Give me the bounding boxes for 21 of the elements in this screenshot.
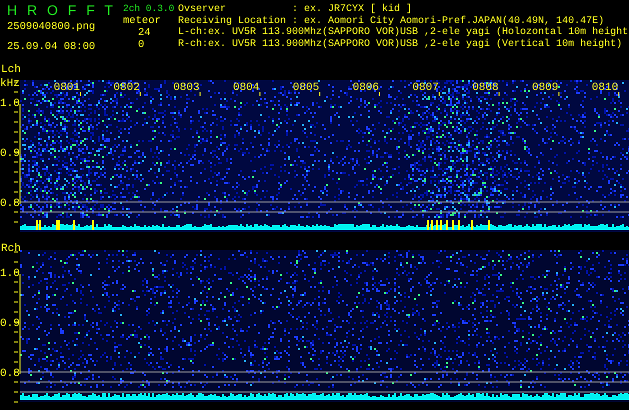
unit-label: kHz: [0, 78, 20, 90]
channel-label: Lch: [1, 64, 21, 76]
meteor-label: meteor: [123, 15, 162, 27]
info-line: Receiving Location : ex. Aomori City Aomori-Pref.JAPAN(40.49N, 140.47E): [178, 16, 606, 26]
info-line: Ovserver : ex. JR7CYX [ kid ]: [178, 4, 414, 16]
time-label: 0803: [173, 82, 200, 94]
time-label: 0804: [233, 82, 260, 94]
time-label: 0802: [113, 82, 140, 94]
datetime: 25.09.04 08:00: [7, 41, 96, 53]
y-tick-label: 0.9: [0, 318, 20, 330]
app-title: H R O F F T: [7, 2, 114, 18]
info-line: L-ch:ex. UV5R 113.900Mhz(SAPPORO VOR)USB ,2-ele yagi (Holozontal 10m height: [178, 27, 628, 38]
time-label: 0806: [352, 82, 379, 94]
channel-label: Rch: [1, 243, 21, 255]
filename: 2509040800.png: [7, 21, 96, 33]
time-label: 0805: [292, 82, 320, 94]
y-tick-label: 0.9: [0, 148, 20, 160]
meteor-count: 0: [137, 39, 146, 51]
info-line: R-ch:ex. UV5R 113.900Mhz(SAPPORO VOR)USB ,2-ele yagi (Vertical 10m height): [178, 38, 624, 50]
meteor-count: 24: [137, 27, 152, 39]
version-label: 2ch 0.3.0: [123, 3, 176, 15]
